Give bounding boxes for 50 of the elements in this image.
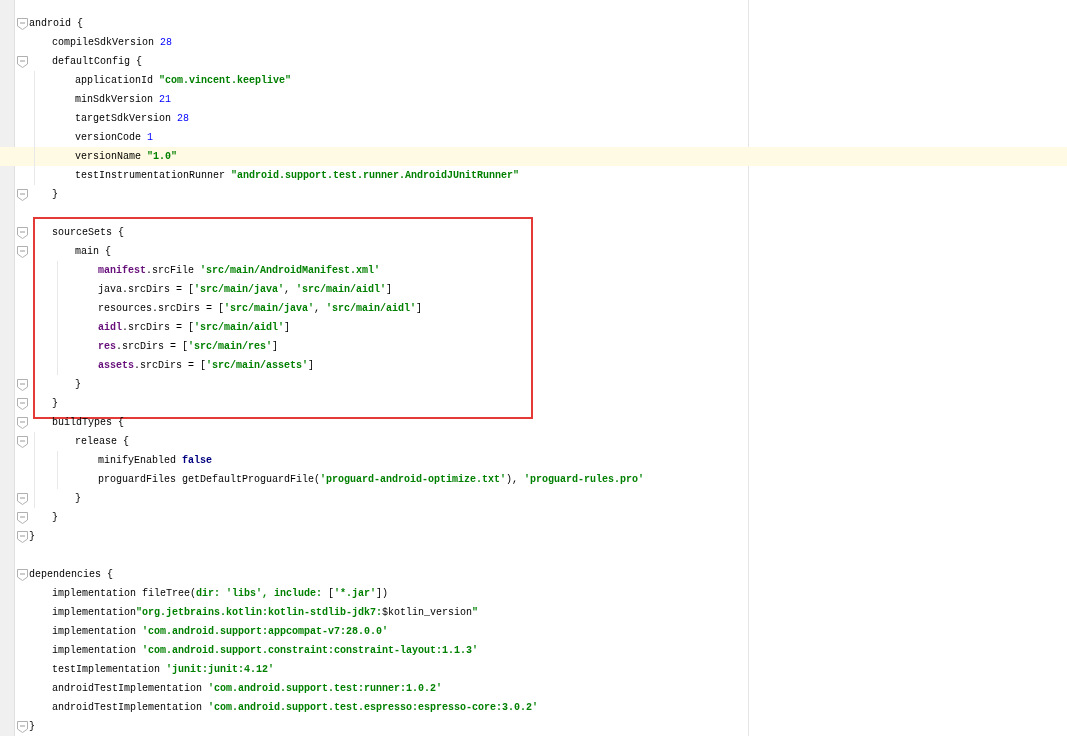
code-line: } bbox=[75, 378, 81, 392]
fold-marker-icon[interactable] bbox=[16, 245, 28, 258]
code-line: implementation"org.jetbrains.kotlin:kotlin-stdlib-jdk7:$kotlin_version" bbox=[52, 606, 479, 620]
code-line: } bbox=[52, 397, 58, 411]
code-line: } bbox=[52, 188, 58, 202]
fold-marker-icon[interactable] bbox=[16, 492, 28, 505]
fold-marker-icon[interactable] bbox=[16, 17, 28, 30]
code-line: } bbox=[75, 492, 81, 506]
code-line: buildTypes { bbox=[52, 416, 124, 430]
code-line: minifyEnabled false bbox=[98, 454, 213, 468]
code-line: targetSdkVersion 28 bbox=[75, 112, 190, 126]
code-line: androidTestImplementation 'com.android.support.test:runner:1.0.2' bbox=[52, 682, 443, 696]
code-line: implementation 'com.android.support:appcompat-v7:28.0.0' bbox=[52, 625, 389, 639]
code-line: } bbox=[29, 530, 35, 544]
fold-marker-icon[interactable] bbox=[16, 720, 28, 733]
code-line: main { bbox=[75, 245, 111, 259]
fold-marker-icon[interactable] bbox=[16, 378, 28, 391]
code-line: versionCode 1 bbox=[75, 131, 154, 145]
fold-marker-icon[interactable] bbox=[16, 416, 28, 429]
code-line: aidl.srcDirs = ['src/main/aidl'] bbox=[98, 321, 291, 335]
code-line: } bbox=[52, 511, 58, 525]
code-line: dependencies { bbox=[29, 568, 113, 582]
code-line: } bbox=[29, 720, 35, 734]
code-line: versionName "1.0" bbox=[75, 150, 178, 164]
code-line: assets.srcDirs = ['src/main/assets'] bbox=[98, 359, 315, 373]
code-line: minSdkVersion 21 bbox=[75, 93, 172, 107]
fold-marker-icon[interactable] bbox=[16, 226, 28, 239]
code-line: android { bbox=[29, 17, 83, 31]
code-line: compileSdkVersion 28 bbox=[52, 36, 173, 50]
code-line: sourceSets { bbox=[52, 226, 124, 240]
code-line: java.srcDirs = ['src/main/java', 'src/main/aidl'] bbox=[98, 283, 393, 297]
code-line: implementation 'com.android.support.constraint:constraint-layout:1.1.3' bbox=[52, 644, 479, 658]
code-line: resources.srcDirs = ['src/main/java', 'src/main/aidl'] bbox=[98, 302, 423, 316]
code-line: androidTestImplementation 'com.android.support.test.espresso:espresso-core:3.0.2' bbox=[52, 701, 539, 715]
fold-marker-icon[interactable] bbox=[16, 55, 28, 68]
code-line: manifest.srcFile 'src/main/AndroidManifest.xml' bbox=[98, 264, 381, 278]
fold-marker-icon[interactable] bbox=[16, 397, 28, 410]
fold-marker-icon[interactable] bbox=[16, 530, 28, 543]
code-line: testImplementation 'junit:junit:4.12' bbox=[52, 663, 275, 677]
code-line: implementation fileTree(dir: 'libs', include: ['*.jar']) bbox=[52, 587, 389, 601]
fold-marker-icon[interactable] bbox=[16, 568, 28, 581]
fold-marker-icon[interactable] bbox=[16, 511, 28, 524]
code-line: testInstrumentationRunner "android.support.test.runner.AndroidJUnitRunner" bbox=[75, 169, 520, 183]
code-line: proguardFiles getDefaultProguardFile('proguard-android-optimize.txt'), 'proguard-rules.pro' bbox=[98, 473, 645, 487]
code-line: release { bbox=[75, 435, 129, 449]
fold-marker-icon[interactable] bbox=[16, 435, 28, 448]
code-line: res.srcDirs = ['src/main/res'] bbox=[98, 340, 279, 354]
code-line: applicationId "com.vincent.keeplive" bbox=[75, 74, 292, 88]
fold-marker-icon[interactable] bbox=[16, 188, 28, 201]
code-line: defaultConfig { bbox=[52, 55, 142, 69]
